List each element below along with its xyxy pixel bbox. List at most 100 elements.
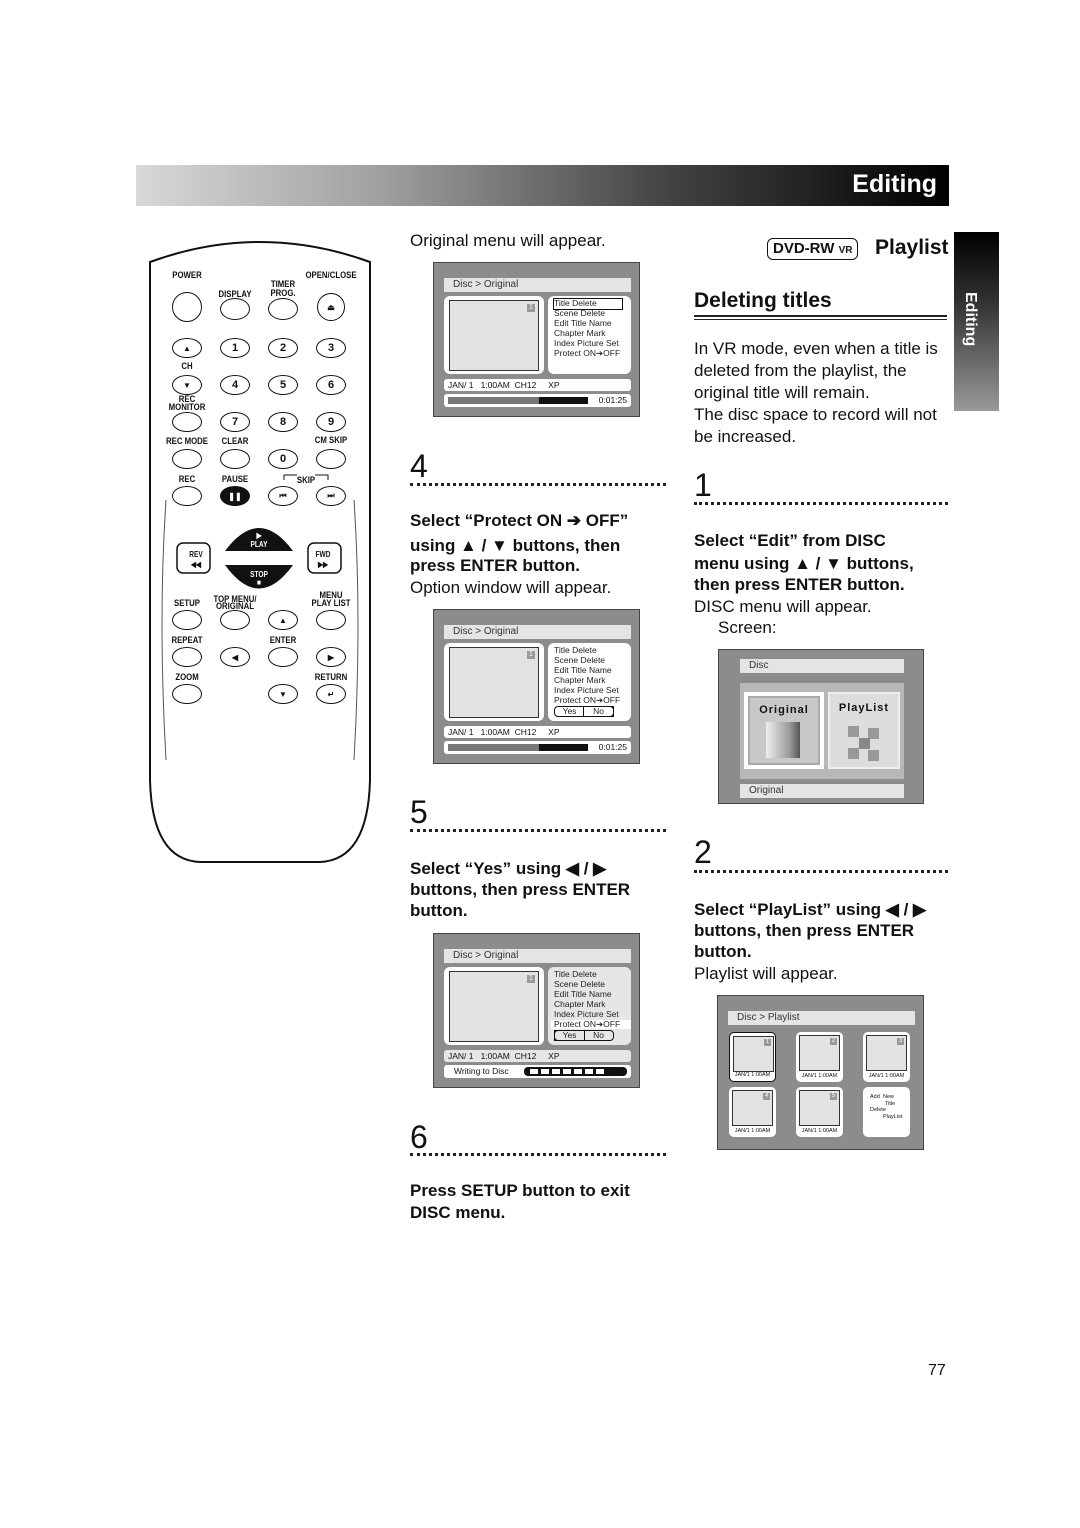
pause-button[interactable]: ❚❚: [220, 486, 250, 506]
delete-action[interactable]: Delete: [870, 1107, 886, 1113]
playlist-title-5[interactable]: 5 JAN/1 1:00AM: [796, 1087, 843, 1137]
step-instruction: Select “Edit” from DISC: [694, 531, 886, 550]
top-menu-button[interactable]: [220, 610, 250, 630]
dotted-divider: [410, 1153, 666, 1156]
clear-label: CLEAR: [221, 436, 249, 447]
yes-option[interactable]: Yes: [555, 706, 584, 716]
skip-fwd-icon: ⏭: [327, 491, 335, 500]
intro-text: Original menu will appear.: [410, 231, 606, 250]
ch-label: CH: [181, 361, 193, 372]
stop-glyph[interactable]: ■: [257, 578, 261, 587]
title-number: 2: [830, 1038, 837, 1045]
title-action: Title: [885, 1101, 896, 1107]
5-button[interactable]: 5: [268, 375, 298, 395]
9-button[interactable]: 9: [316, 412, 346, 432]
new-action[interactable]: New: [883, 1094, 894, 1100]
setup-button[interactable]: [172, 610, 202, 630]
play-glyph[interactable]: ▶: [256, 531, 261, 540]
step-number: 5: [410, 794, 428, 830]
n6-icon: 6: [327, 379, 335, 391]
rec-mode-button[interactable]: [172, 449, 202, 469]
paragraph-line: In VR mode, even when a title is: [694, 339, 938, 358]
playlist-title-3[interactable]: 3 JAN/1 1:00AM: [863, 1032, 910, 1082]
playlist-title-4[interactable]: 4 JAN/1 1:00AM: [729, 1087, 776, 1137]
n7-icon: 7: [231, 416, 239, 428]
play-label[interactable]: PLAY: [251, 540, 268, 549]
step-instruction: Select “Protect ON ➔ OFF”: [410, 511, 629, 530]
no-option[interactable]: No: [583, 706, 614, 717]
2-button[interactable]: 2: [268, 338, 298, 358]
down-button[interactable]: ▼: [268, 684, 298, 704]
enter-button[interactable]: [268, 647, 298, 667]
rev-label[interactable]: REV: [189, 550, 202, 559]
8-button[interactable]: 8: [268, 412, 298, 432]
page-heading: Deleting titles: [694, 289, 832, 312]
paragraph-line: The disc space to record will not: [694, 405, 937, 424]
menu-button[interactable]: [316, 610, 346, 630]
playlist-option-label: PlayList: [838, 702, 890, 714]
no-option[interactable]: No: [584, 1030, 613, 1040]
skip-forward-button[interactable]: ⏭: [316, 486, 346, 506]
section-title: Editing: [852, 170, 937, 198]
ch-down-button[interactable]: ▼: [172, 375, 202, 395]
info-bar: JAN/ 1 1:00AM CH12 XP: [444, 726, 631, 738]
repeat-button[interactable]: [172, 647, 202, 667]
yes-option[interactable]: Yes: [554, 1030, 585, 1041]
remote-control-illustration: POWER DISPLAY TIMER PROG. OPEN/CLOSE CH REC MON…: [0, 0, 400, 880]
menu-item[interactable]: Protect ON➔OFF: [554, 695, 631, 706]
left-button[interactable]: ◀: [220, 647, 250, 667]
rec-button[interactable]: [172, 486, 202, 506]
original-menu-screen: Disc > Original 1 Title Delete Scene Del…: [433, 262, 640, 417]
title-number: 5: [830, 1093, 837, 1100]
4-button[interactable]: 4: [220, 375, 250, 395]
prog-label: PROG.: [270, 288, 296, 299]
clear-button[interactable]: [220, 449, 250, 469]
ch-up-icon: ▲: [183, 343, 191, 353]
display-button[interactable]: [220, 298, 250, 320]
power-button[interactable]: [172, 292, 202, 322]
title-thumbnail: 1: [449, 971, 539, 1042]
skip-back-button[interactable]: ⏮: [268, 486, 298, 506]
ch-up-button[interactable]: ▲: [172, 338, 202, 358]
paragraph-line: be increased.: [694, 427, 797, 446]
writing-progress: Writing to Disc: [444, 1065, 631, 1078]
badge-sub: VR: [838, 245, 853, 256]
n1-icon: 1: [231, 342, 239, 354]
zoom-button[interactable]: [172, 684, 202, 704]
eject-icon: ⏏: [327, 302, 335, 312]
title-date: JAN/1 1:00AM: [734, 1128, 771, 1134]
edit-menu: Title Delete Scene Delete Edit Title Nam…: [548, 643, 631, 721]
add-action[interactable]: Add: [870, 1094, 880, 1100]
fwd-glyph[interactable]: ▶▶: [318, 560, 328, 569]
cm-skip-button[interactable]: [316, 449, 346, 469]
playlist-title-2[interactable]: 2 JAN/1 1:00AM: [796, 1032, 843, 1082]
0-button[interactable]: 0: [268, 449, 298, 469]
dotted-divider: [694, 502, 948, 505]
open-close-button[interactable]: ⏏: [317, 293, 345, 321]
disc-title: Disc: [740, 659, 904, 673]
timer-prog-button[interactable]: [268, 298, 298, 320]
rec-monitor-button[interactable]: [172, 412, 202, 432]
playlist-action: PlayList: [883, 1114, 903, 1120]
right-button[interactable]: ▶: [316, 647, 346, 667]
return-icon: ↵: [327, 689, 335, 699]
step-instruction: Select “PlayList” using ◀ / ▶: [694, 900, 927, 919]
step-instruction: Press SETUP button to exit: [410, 1181, 630, 1200]
power-label: POWER: [172, 270, 202, 281]
title-number: 4: [763, 1093, 770, 1100]
up-button[interactable]: ▲: [268, 610, 298, 630]
3-button[interactable]: 3: [316, 338, 346, 358]
rev-glyph[interactable]: ◀◀: [191, 560, 201, 569]
return-button[interactable]: ↵: [316, 684, 346, 704]
pause-icon: ❚❚: [228, 491, 242, 501]
7-button[interactable]: 7: [220, 412, 250, 432]
6-button[interactable]: 6: [316, 375, 346, 395]
menu-item[interactable]: Protect ON➔OFF: [554, 348, 631, 359]
original-option[interactable]: Original: [744, 692, 824, 769]
fwd-label[interactable]: FWD: [316, 550, 331, 559]
playlist-option[interactable]: PlayList: [828, 692, 900, 769]
n4-icon: 4: [231, 379, 239, 391]
playlist-title-1[interactable]: 1 JAN/1 1:00AM: [729, 1032, 776, 1082]
1-button[interactable]: 1: [220, 338, 250, 358]
step-instruction: then press ENTER button.: [694, 575, 905, 594]
